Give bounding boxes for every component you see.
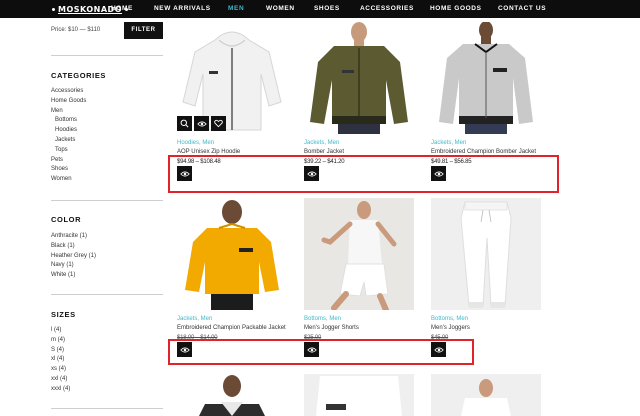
size-item-s[interactable]: S (4): [51, 346, 70, 356]
product-image-packable-jacket[interactable]: [177, 198, 287, 310]
partial-product-illustration: [199, 375, 265, 416]
size-item-xs[interactable]: xs (4): [51, 365, 70, 375]
color-item-navy[interactable]: Navy (1): [51, 261, 96, 271]
category-item-hoodies[interactable]: Hoodies: [51, 126, 86, 136]
highlight-box: [168, 339, 474, 365]
product-image-champion-bomber[interactable]: [431, 22, 541, 134]
jogger-shorts-illustration: [321, 201, 397, 310]
product-name[interactable]: Men's Jogger Shorts: [304, 325, 359, 331]
eye-icon: [196, 121, 207, 126]
quick-view-button[interactable]: [194, 116, 209, 131]
partial-product-illustration: [316, 376, 402, 416]
category-item-accessories[interactable]: Accessories: [51, 87, 86, 97]
color-item-anthracite[interactable]: Anthracite (1): [51, 232, 96, 242]
product-image-jogger-shorts[interactable]: [304, 198, 414, 310]
sizes-title: SIZES: [51, 310, 76, 319]
nav-item-contact-us[interactable]: CONTACT US: [498, 0, 546, 18]
nav-item-women[interactable]: WOMEN: [266, 0, 295, 18]
sidebar-divider: [51, 55, 163, 56]
product-image-partial[interactable]: [304, 374, 414, 416]
heart-icon: [214, 119, 223, 128]
category-item-jackets[interactable]: Jackets: [51, 136, 86, 146]
color-item-black[interactable]: Black (1): [51, 242, 96, 252]
color-list: Anthracite (1) Black (1) Heather Grey (1…: [51, 232, 96, 281]
color-item-heather-grey[interactable]: Heather Grey (1): [51, 252, 96, 262]
sidebar-divider: [51, 408, 163, 409]
filter-button[interactable]: FILTER: [124, 22, 163, 39]
product-category[interactable]: Jackets, Men: [177, 316, 212, 322]
product-image-joggers[interactable]: [431, 198, 541, 310]
category-item-shoes[interactable]: Shoes: [51, 165, 86, 175]
product-image-partial[interactable]: [431, 374, 541, 416]
categories-list: Accessories Home Goods Men Bottoms Hoodi…: [51, 87, 86, 185]
nav-item-men[interactable]: MEN: [228, 0, 244, 18]
size-item-xxxl[interactable]: xxxl (4): [51, 385, 70, 395]
wishlist-button[interactable]: [211, 116, 226, 131]
top-nav-bar: MOSKONADO HOME NEW ARRIVALS MEN WOMEN SH…: [0, 0, 640, 18]
partial-product-illustration: [461, 379, 511, 416]
sidebar-divider: [51, 294, 163, 295]
bomber-jacket-illustration: [310, 22, 408, 134]
product-category[interactable]: Bottoms, Men: [431, 316, 468, 322]
sizes-list: l (4) m (4) S (4) xl (4) xs (4) xxl (4) …: [51, 326, 70, 395]
category-item-bottoms[interactable]: Bottoms: [51, 116, 86, 126]
size-item-m[interactable]: m (4): [51, 336, 70, 346]
nav-item-new-arrivals[interactable]: NEW ARRIVALS: [154, 0, 211, 18]
category-item-men[interactable]: Men: [51, 107, 86, 117]
sidebar-divider: [51, 200, 163, 201]
product-category[interactable]: Bottoms, Men: [304, 316, 341, 322]
nav-item-accessories[interactable]: ACCESSORIES: [360, 0, 414, 18]
highlight-box: [168, 155, 559, 193]
search-icon: [180, 119, 189, 128]
price-range-label: Price: $10 — $110: [51, 27, 101, 33]
product-name[interactable]: Embroidered Champion Packable Jacket: [177, 325, 286, 331]
category-item-tops[interactable]: Tops: [51, 146, 86, 156]
size-item-xxl[interactable]: xxl (4): [51, 375, 70, 385]
category-item-women[interactable]: Women: [51, 175, 86, 185]
product-category[interactable]: Jackets, Men: [304, 140, 339, 146]
packable-jacket-illustration: [185, 200, 279, 310]
quick-search-button[interactable]: [177, 116, 192, 131]
product-image-bomber-jacket[interactable]: [304, 22, 414, 134]
logo-dot-icon: [52, 8, 55, 11]
categories-title: CATEGORIES: [51, 71, 107, 80]
nav-item-shoes[interactable]: SHOES: [314, 0, 340, 18]
category-item-pets[interactable]: Pets: [51, 156, 86, 166]
product-category[interactable]: Hoodies, Men: [177, 140, 214, 146]
color-title: COLOR: [51, 215, 82, 224]
joggers-illustration: [460, 201, 512, 308]
nav-item-home-goods[interactable]: HOME GOODS: [430, 0, 482, 18]
nav-item-home[interactable]: HOME: [111, 0, 133, 18]
category-item-home-goods[interactable]: Home Goods: [51, 97, 86, 107]
product-image-partial[interactable]: [177, 374, 287, 416]
size-item-xl[interactable]: xl (4): [51, 355, 70, 365]
product-name[interactable]: Men's Joggers: [431, 325, 470, 331]
color-item-white[interactable]: White (1): [51, 271, 96, 281]
product-category[interactable]: Jackets, Men: [431, 140, 466, 146]
champion-bomber-illustration: [439, 22, 533, 134]
size-item-l[interactable]: l (4): [51, 326, 70, 336]
